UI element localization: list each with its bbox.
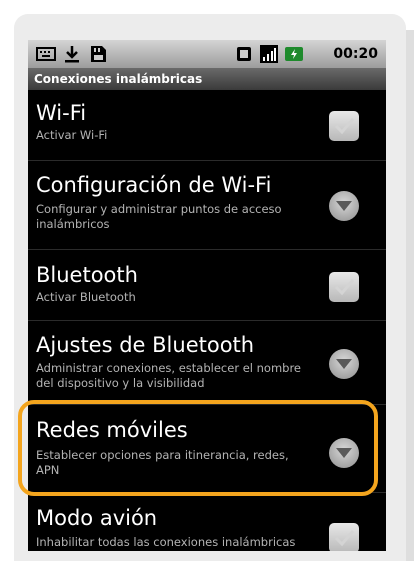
airplane-mode-title: Modo avión — [36, 506, 158, 530]
keyboard-icon — [36, 47, 56, 61]
wifi-settings-subtitle: Configurar y administrar puntos de acces… — [36, 202, 282, 231]
check-icon — [334, 530, 355, 547]
highlight-callout — [18, 400, 378, 496]
airplane-mode-subtitle: Inhabilitar todas las conexiones inalámb… — [36, 535, 296, 549]
status-bar: 00:20 — [28, 40, 386, 68]
signal-icon — [260, 45, 278, 63]
bluetooth-subtitle: Activar Bluetooth — [36, 290, 136, 304]
wifi-title: Wi-Fi — [36, 101, 87, 125]
bluetooth-title: Bluetooth — [36, 263, 138, 287]
section-header: Conexiones inalámbricas — [28, 68, 386, 90]
bluetooth-settings-subtitle: Administrar conexiones, establecer el no… — [36, 361, 302, 390]
bluetooth-checkbox[interactable] — [329, 272, 359, 302]
chevron-down-icon — [336, 359, 352, 369]
list-item-bluetooth-settings[interactable]: Ajustes de Bluetooth Administrar conexio… — [28, 321, 386, 405]
airplane-mode-checkbox[interactable] — [329, 523, 359, 551]
list-item-airplane-mode[interactable]: Modo avión Inhabilitar todas las conexio… — [28, 493, 386, 551]
bluetooth-settings-arrow[interactable] — [329, 349, 359, 379]
status-time: 00:20 — [333, 46, 378, 62]
list-item-wifi-settings[interactable]: Configuración de Wi-Fi Configurar y admi… — [28, 161, 386, 250]
list-item-wifi[interactable]: Wi-Fi Activar Wi-Fi — [28, 90, 386, 161]
bluetooth-settings-title: Ajustes de Bluetooth — [36, 333, 255, 357]
device-frame-edge — [406, 30, 414, 561]
download-icon — [65, 46, 79, 63]
check-icon — [334, 118, 355, 135]
list-item-bluetooth[interactable]: Bluetooth Activar Bluetooth — [28, 250, 386, 321]
wifi-subtitle: Activar Wi-Fi — [36, 128, 108, 142]
check-icon — [334, 279, 355, 296]
vibrate-icon — [237, 47, 251, 61]
sd-card-icon — [91, 46, 106, 62]
wifi-settings-title: Configuración de Wi-Fi — [36, 173, 272, 197]
wifi-settings-arrow[interactable] — [329, 191, 359, 221]
wifi-checkbox[interactable] — [329, 111, 359, 141]
chevron-down-icon — [336, 201, 352, 211]
battery-icon — [285, 47, 303, 61]
